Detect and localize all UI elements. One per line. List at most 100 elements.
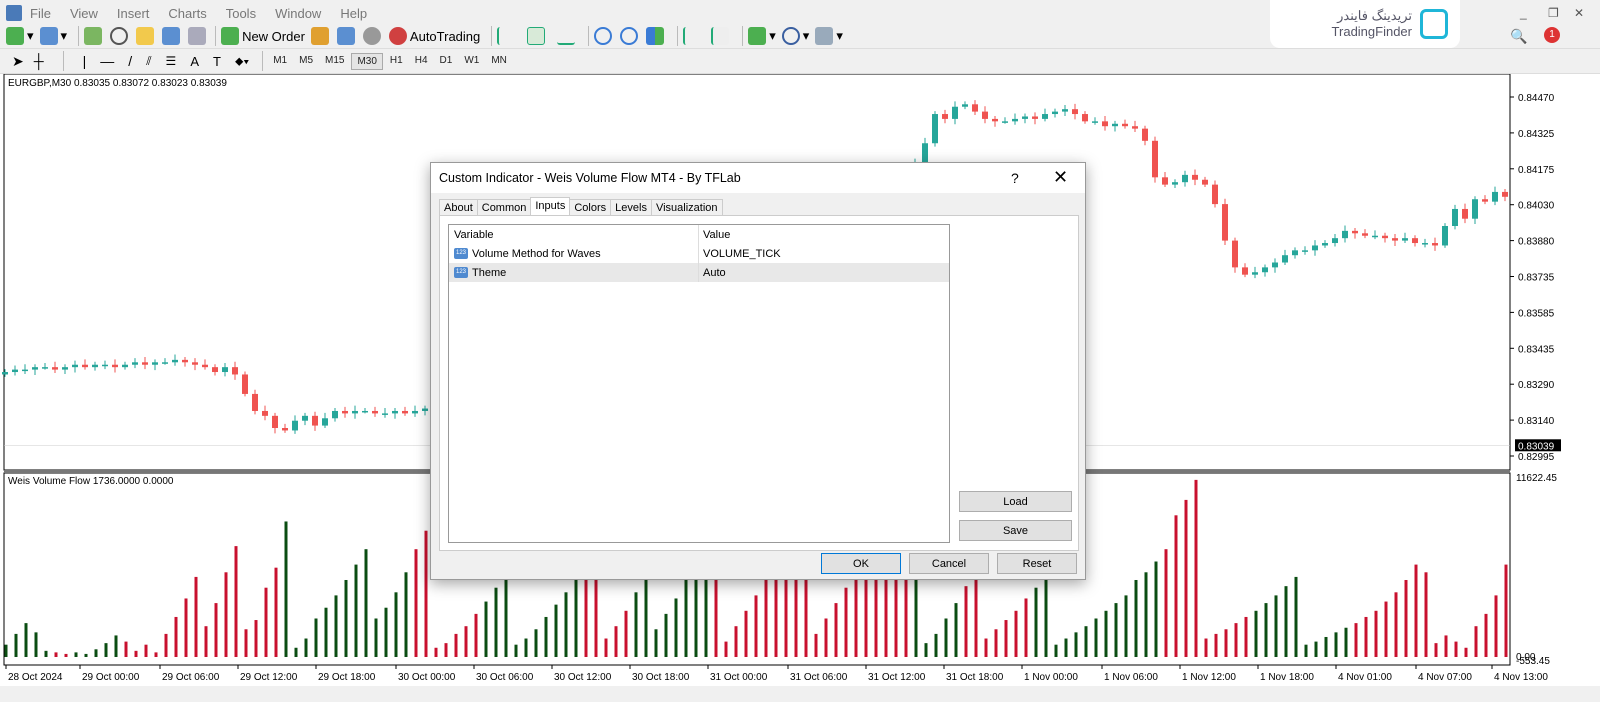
bar-chart-icon[interactable] xyxy=(497,27,515,45)
ok-button[interactable]: OK xyxy=(821,553,901,574)
close-window-button[interactable]: ✕ xyxy=(1574,6,1584,20)
volume-bar xyxy=(1424,572,1428,657)
candle-body xyxy=(1012,118,1018,122)
volume-bar xyxy=(1274,595,1278,657)
autoscroll-icon[interactable] xyxy=(711,27,730,45)
candle-body xyxy=(192,362,198,365)
dialog-close-button[interactable]: ✕ xyxy=(1053,167,1068,188)
search-icon[interactable]: 🔍 xyxy=(1510,28,1527,45)
fibonacci-icon[interactable]: ☰ xyxy=(166,54,177,68)
tab-inputs[interactable]: Inputs xyxy=(530,197,571,216)
cursor-icon[interactable]: ➤ xyxy=(12,53,24,70)
signals-icon[interactable] xyxy=(336,27,355,45)
volume-bar xyxy=(634,592,638,657)
arrows-icon[interactable]: ⬥▾ xyxy=(235,54,249,69)
candle xyxy=(1152,136,1158,183)
volume-bar xyxy=(1084,626,1088,657)
zoom-in-icon[interactable] xyxy=(594,27,613,45)
autotrading-button[interactable]: AutoTrading xyxy=(388,27,480,45)
time-tick: 1 Nov 00:00 xyxy=(1024,672,1078,683)
chart-shift-icon[interactable] xyxy=(683,27,701,45)
timeframe-h4[interactable]: H4 xyxy=(410,53,433,70)
volume-bar xyxy=(1034,587,1038,657)
notifications-badge[interactable]: 1 xyxy=(1544,27,1560,43)
table-row[interactable]: 123 Theme Auto xyxy=(449,263,949,282)
volume-bar xyxy=(1504,564,1508,657)
strategy-tester-icon[interactable] xyxy=(188,27,207,45)
timeframe-m15[interactable]: M15 xyxy=(320,53,349,70)
number-type-icon: 123 xyxy=(454,248,468,259)
time-tick: 29 Oct 12:00 xyxy=(240,672,298,683)
candle-body xyxy=(1412,238,1418,244)
navigator-icon[interactable] xyxy=(136,27,155,45)
timeframe-h1[interactable]: H1 xyxy=(385,53,408,70)
market-watch-icon[interactable] xyxy=(84,27,103,45)
menu-file[interactable]: File xyxy=(30,6,51,21)
indicators-icon[interactable] xyxy=(748,27,767,45)
zoom-out-icon[interactable] xyxy=(620,27,639,45)
help-button[interactable]: ? xyxy=(1011,170,1019,186)
volume-bar xyxy=(724,641,728,657)
vertical-line-icon[interactable]: | xyxy=(83,53,87,69)
candle-body xyxy=(1072,109,1078,115)
volume-bar xyxy=(504,572,508,657)
horizontal-line-icon[interactable]: — xyxy=(100,53,114,69)
periods-icon[interactable] xyxy=(781,27,800,45)
templates-icon[interactable] xyxy=(815,27,834,45)
volume-bar xyxy=(364,549,368,657)
terminal-icon[interactable] xyxy=(162,27,181,45)
timeframe-w1[interactable]: W1 xyxy=(459,53,484,70)
menu-charts[interactable]: Charts xyxy=(168,6,206,21)
menu-tools[interactable]: Tools xyxy=(226,6,256,21)
candle-body xyxy=(1402,238,1408,241)
candle-body xyxy=(212,367,218,373)
metaeditor-icon[interactable] xyxy=(310,27,329,45)
new-order-button[interactable]: New Order xyxy=(221,27,305,45)
new-chart-icon[interactable] xyxy=(6,27,24,45)
variable-value[interactable]: VOLUME_TICK xyxy=(699,248,781,260)
data-window-icon[interactable] xyxy=(110,27,129,45)
timeframe-mn[interactable]: MN xyxy=(486,53,512,70)
equidistant-channel-icon[interactable]: ⫽ xyxy=(146,54,151,69)
volume-bar xyxy=(1024,598,1028,657)
candle-body xyxy=(1192,174,1198,180)
cancel-button[interactable]: Cancel xyxy=(909,553,989,574)
restore-button[interactable]: ❐ xyxy=(1548,6,1559,20)
timeframe-m30[interactable]: M30 xyxy=(351,52,383,70)
line-chart-icon[interactable] xyxy=(557,27,576,45)
text-label-icon[interactable]: T xyxy=(213,54,221,69)
menu-view[interactable]: View xyxy=(70,6,98,21)
minimize-button[interactable]: _ xyxy=(1520,6,1527,20)
candle-body xyxy=(32,367,38,370)
candle-body xyxy=(1392,238,1398,241)
load-button[interactable]: Load xyxy=(959,491,1072,512)
reset-button[interactable]: Reset xyxy=(997,553,1077,574)
volume-bar xyxy=(444,643,448,657)
candlestick-chart-icon[interactable] xyxy=(527,27,546,45)
time-tick: 31 Oct 06:00 xyxy=(790,672,848,683)
tile-windows-icon[interactable] xyxy=(646,27,665,45)
market-icon[interactable] xyxy=(362,27,381,45)
menu-insert[interactable]: Insert xyxy=(117,6,150,21)
menu-help[interactable]: Help xyxy=(340,6,367,21)
timeframe-d1[interactable]: D1 xyxy=(435,53,458,70)
candle-body xyxy=(92,364,98,368)
candle-body xyxy=(82,364,88,368)
table-row[interactable]: 123 Volume Method for Waves VOLUME_TICK xyxy=(449,244,949,263)
menu-window[interactable]: Window xyxy=(275,6,321,21)
trendline-icon[interactable]: / xyxy=(128,53,132,69)
time-tick: 29 Oct 00:00 xyxy=(82,672,140,683)
time-tick: 31 Oct 00:00 xyxy=(710,672,768,683)
variable-value[interactable]: Auto xyxy=(699,267,726,279)
candle-body xyxy=(402,410,408,414)
price-tick: 0.82995 xyxy=(1518,452,1555,463)
save-button[interactable]: Save xyxy=(959,520,1072,541)
profiles-icon[interactable] xyxy=(39,27,58,45)
crosshair-icon[interactable]: ┼ xyxy=(34,53,44,69)
candle-body xyxy=(112,364,118,368)
candle-body xyxy=(982,111,988,119)
text-icon[interactable]: A xyxy=(190,54,199,69)
timeframe-m5[interactable]: M5 xyxy=(294,53,318,70)
timeframe-m1[interactable]: M1 xyxy=(268,53,292,70)
candle-body xyxy=(1082,114,1088,122)
